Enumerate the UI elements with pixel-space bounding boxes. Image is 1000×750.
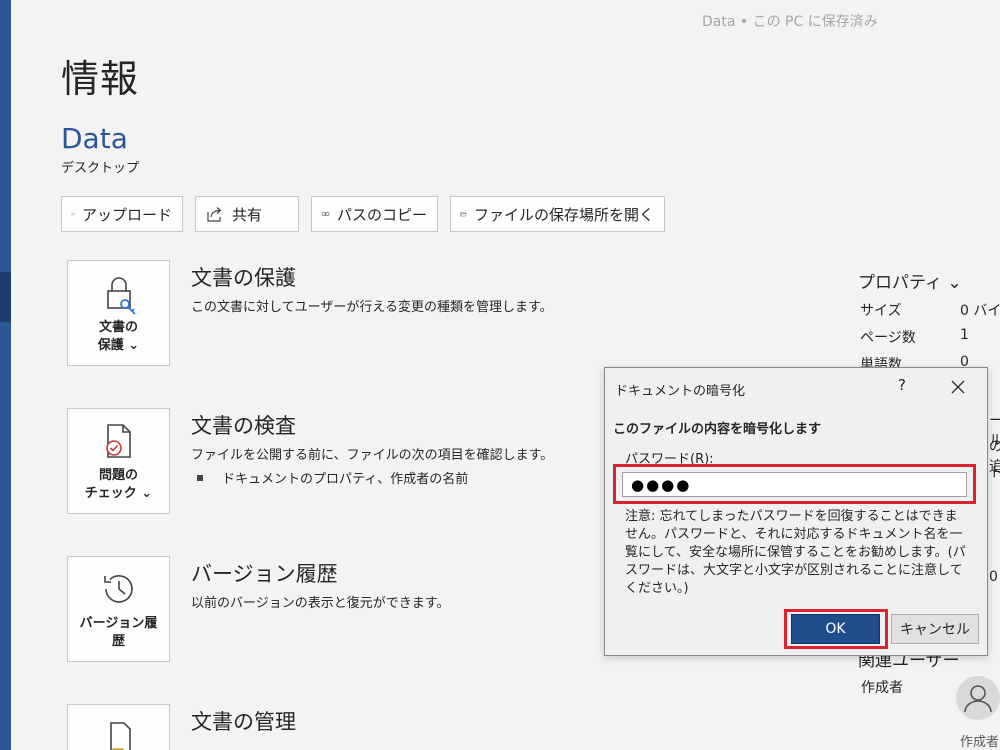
inspect-tile-label: 問題の チェック ⌄ xyxy=(84,468,153,501)
document-check-icon xyxy=(105,424,131,458)
person-icon xyxy=(964,685,992,713)
edge-fragment: ト xyxy=(989,465,1000,481)
encrypt-document-dialog: ドキュメントの暗号化 ? このファイルの内容を暗号化します パスワード(R): … xyxy=(604,367,988,656)
avatar[interactable] xyxy=(956,676,1000,720)
inspect-bullet-text: ドキュメントのプロパティ、作成者の名前 xyxy=(222,472,469,487)
dialog-title: ドキュメントの暗号化 xyxy=(615,384,746,399)
share-label: 共有 xyxy=(232,205,263,224)
info-toolbar: アップロード 共有 パスのコピー ファイルの保存場所を開く xyxy=(61,196,665,232)
cloud-upload-icon xyxy=(71,212,75,216)
clock-history-icon xyxy=(103,575,133,603)
protect-description: この文書に対してユーザーが行える変更の種類を管理します。 xyxy=(191,300,553,315)
folder-open-icon xyxy=(460,212,467,217)
cancel-button[interactable]: キャンセル xyxy=(891,614,979,644)
dialog-heading: このファイルの内容を暗号化します xyxy=(613,422,822,437)
versions-description: 以前のバージョンの表示と復元ができます。 xyxy=(191,596,450,611)
help-button[interactable]: ? xyxy=(895,376,909,394)
size-value: 0 バイ xyxy=(960,303,1000,319)
check-issues-button[interactable]: 問題の チェック ⌄ xyxy=(67,408,170,514)
protect-title: 文書の保護 xyxy=(191,266,296,290)
edge-fragment: 0 xyxy=(989,569,998,585)
rail-selected-marker xyxy=(0,272,11,322)
versions-tile-label: バージョン履 歴 xyxy=(79,616,158,649)
inspect-bullet: ドキュメントのプロパティ、作成者の名前 xyxy=(197,468,468,487)
lock-key-icon xyxy=(106,277,136,315)
author-label: 作成者 xyxy=(861,680,903,696)
share-button[interactable]: 共有 xyxy=(195,196,299,232)
document-manage-icon xyxy=(109,722,131,750)
bullet-square-icon xyxy=(197,475,203,481)
inspect-title: 文書の検査 xyxy=(191,414,296,438)
protect-tile-label: 文書の 保護 ⌄ xyxy=(97,320,140,353)
page-title: 情報 xyxy=(61,57,140,101)
pages-label: ページ数 xyxy=(860,330,916,346)
backstage-rail xyxy=(0,0,11,750)
manage-document-button[interactable] xyxy=(67,704,170,750)
copy-path-button[interactable]: パスのコピー xyxy=(311,196,438,232)
document-name: Data xyxy=(61,122,128,155)
link-icon xyxy=(321,212,330,216)
upload-button[interactable]: アップロード xyxy=(61,196,183,232)
upload-label: アップロード xyxy=(81,205,172,224)
close-icon[interactable] xyxy=(949,378,967,396)
copy-path-label: パスのコピー xyxy=(336,205,427,224)
password-input[interactable]: ●●●● xyxy=(622,472,967,497)
ok-button[interactable]: OK xyxy=(791,614,880,644)
author-name: 作成者 xyxy=(960,735,1000,750)
protect-document-button[interactable]: 文書の 保護 ⌄ xyxy=(67,260,170,366)
dialog-note: 注意: 忘れてしまったパスワードを回復することはできません。パスワードと、それに… xyxy=(625,509,966,596)
versions-title: バージョン履歴 xyxy=(191,562,338,586)
share-icon xyxy=(207,207,222,222)
pages-value: 1 xyxy=(960,327,969,343)
open-location-button[interactable]: ファイルの保存場所を開く xyxy=(450,196,665,232)
size-label: サイズ xyxy=(860,303,902,319)
inspect-description: ファイルを公開する前に、ファイルの次の項目を確認します。 xyxy=(191,448,554,463)
properties-dropdown[interactable]: プロパティ ⌄ xyxy=(858,268,962,293)
open-location-label: ファイルの保存場所を開く xyxy=(473,205,654,224)
manage-title: 文書の管理 xyxy=(191,710,296,734)
save-status: Data • この PC に保存済み xyxy=(702,14,878,30)
document-location: デスクトップ xyxy=(61,161,140,176)
version-history-button[interactable]: バージョン履 歴 xyxy=(67,556,170,662)
